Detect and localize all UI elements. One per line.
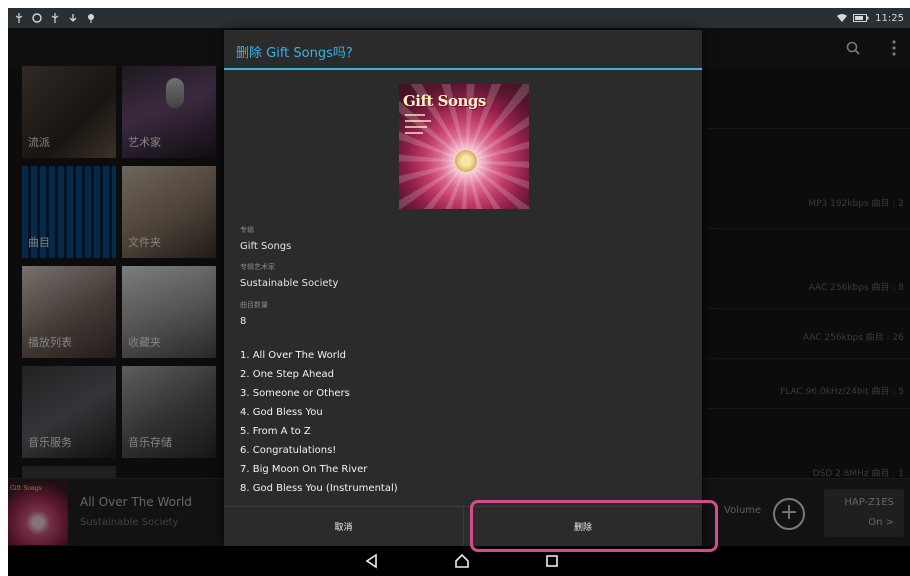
cover-text-line [405, 114, 425, 116]
wifi-icon [837, 14, 848, 22]
cover-text-line [405, 126, 427, 128]
track-item: 2. One Step Ahead [240, 369, 335, 380]
cancel-button[interactable]: 取消 [224, 507, 463, 546]
album-label: 专辑 [240, 226, 254, 234]
album-cover: Gift Songs [399, 84, 529, 209]
cover-text-line [405, 132, 423, 134]
track-item: 4. God Bless You [240, 407, 323, 418]
track-count-value: 8 [240, 316, 247, 327]
track-item: 6. Congratulations! [240, 445, 337, 456]
system-nav-bar [8, 546, 910, 576]
download-icon [69, 14, 77, 22]
dialog-title: 删除 Gift Songs吗? [236, 46, 353, 61]
cover-text-line [405, 120, 431, 122]
track-item: 8. God Bless You (Instrumental) [240, 483, 398, 494]
track-count-label: 曲目数量 [240, 301, 268, 309]
album-artist-value: Sustainable Society [240, 278, 339, 289]
pin-icon [88, 14, 94, 23]
track-item: 3. Someone or Others [240, 388, 350, 399]
usb-icon [51, 13, 59, 23]
home-icon[interactable] [454, 553, 470, 569]
delete-button-highlight [470, 500, 718, 552]
usb-icon [15, 13, 23, 23]
album-cover-title: Gift Songs [403, 92, 486, 110]
app-screen: 11:25 流派 艺术家 曲目 文件夹 播放列表 收藏夹 音乐服务 音乐存储 M… [8, 8, 910, 576]
dialog-title-divider [224, 68, 702, 70]
battery-icon [853, 14, 869, 22]
album-artist-label: 专辑艺术家 [240, 263, 275, 271]
track-item: 5. From A to Z [240, 426, 311, 437]
status-time: 11:25 [875, 12, 904, 24]
flower-center [455, 150, 477, 172]
back-icon[interactable] [364, 553, 380, 569]
track-item: 7. Big Moon On The River [240, 464, 368, 475]
sync-icon [32, 13, 42, 23]
status-bar: 11:25 [8, 8, 910, 28]
recents-icon[interactable] [544, 553, 560, 569]
delete-album-dialog: 删除 Gift Songs吗? Gift Songs 专辑 Gift Songs… [224, 30, 702, 546]
album-value: Gift Songs [240, 241, 292, 252]
track-item: 1. All Over The World [240, 350, 346, 361]
